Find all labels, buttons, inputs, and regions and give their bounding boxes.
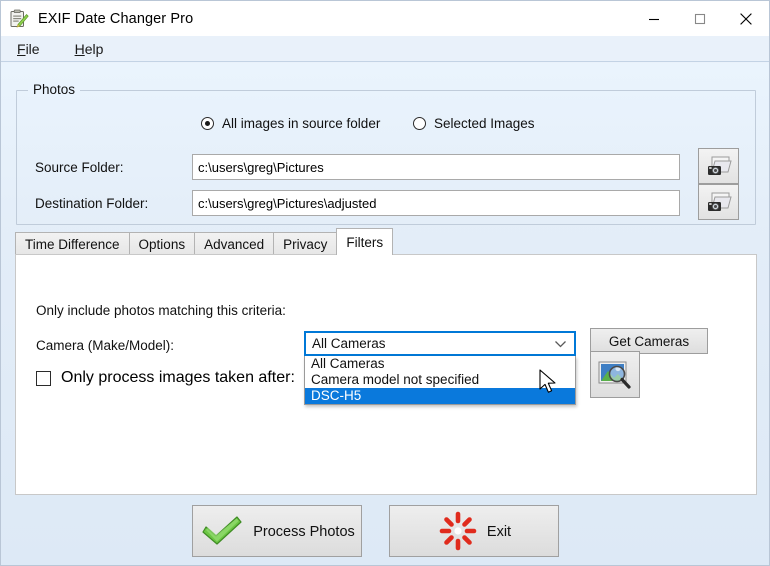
tab-label: Options [138, 236, 186, 252]
red-starburst-icon [439, 511, 477, 551]
folder-camera-icon [707, 156, 732, 175]
tab-label: Privacy [283, 236, 328, 252]
combobox-option-not-specified[interactable]: Camera model not specified [305, 372, 575, 388]
green-check-icon [202, 516, 242, 545]
maximize-icon[interactable] [677, 1, 723, 36]
process-photos-button[interactable]: Process Photos [192, 505, 362, 557]
tab-privacy[interactable]: Privacy [273, 232, 338, 255]
clipboard-pencil-icon [9, 9, 29, 29]
get-cameras-label: Get Cameras [608, 333, 690, 349]
browse-destination-folder-button[interactable] [698, 184, 739, 220]
exit-label: Exit [486, 524, 512, 540]
camera-combobox-value: All Cameras [312, 336, 386, 351]
tab-advanced[interactable]: Advanced [194, 232, 275, 255]
radio-unselected-icon [413, 117, 426, 130]
radio-selected-images-label: Selected Images [434, 116, 535, 131]
close-icon[interactable] [723, 1, 769, 36]
filters-tab-panel: Only include photos matching this criter… [15, 254, 757, 495]
source-folder-input[interactable]: c:\users\greg\Pictures [192, 154, 680, 180]
client-area: Photos All images in source folder Selec… [1, 63, 769, 565]
tab-label: Advanced [204, 236, 265, 252]
tab-filters[interactable]: Filters [336, 228, 394, 255]
date-filter-checkbox-row[interactable]: Only process images taken after: [36, 369, 295, 387]
tab-time-difference[interactable]: Time Difference [15, 232, 130, 255]
radio-selected-images-control[interactable]: Selected Images [413, 116, 535, 131]
window-controls [631, 1, 769, 36]
menu-item-file[interactable]: File [17, 41, 40, 57]
menu-help-accel: H [74, 40, 85, 57]
camera-filter-label: Camera (Make/Model): [36, 338, 175, 353]
folder-camera-icon [707, 192, 732, 211]
photos-group-box: Photos All images in source folder Selec… [16, 81, 756, 225]
source-folder-label: Source Folder: [35, 160, 124, 175]
radio-all-images-control[interactable]: All images in source folder [201, 116, 380, 131]
exit-button[interactable]: Exit [389, 505, 559, 557]
browse-source-folder-button[interactable] [698, 148, 739, 184]
tab-strip: Time Difference Options Advanced Privacy… [15, 228, 394, 255]
combobox-option-all-cameras[interactable]: All Cameras [305, 356, 575, 372]
group-box-label: Photos [28, 82, 81, 97]
radio-selected-images[interactable]: Selected Images [413, 116, 535, 135]
application-window: EXIF Date Changer Pro File Help Photos A… [0, 0, 770, 566]
destination-folder-input[interactable]: c:\users\greg\Pictures\adjusted [192, 190, 680, 216]
image-magnifier-icon [598, 361, 631, 389]
radio-all-images-label: All images in source folder [222, 116, 381, 131]
menu-file-rest: ile [25, 40, 40, 57]
tab-label: Time Difference [25, 236, 120, 252]
tab-label: Filters [346, 234, 384, 250]
date-filter-label: Only process images taken after: [61, 369, 295, 386]
preview-images-button[interactable] [590, 351, 640, 398]
radio-selected-icon [201, 117, 214, 130]
window-title: EXIF Date Changer Pro [38, 10, 194, 27]
menu-item-help[interactable]: Help [75, 41, 104, 57]
menu-bar: File Help [1, 36, 769, 62]
chevron-down-icon [554, 336, 567, 351]
minimize-icon[interactable] [631, 1, 677, 36]
menu-file-accel: F [17, 40, 26, 57]
date-filter-checkbox[interactable] [36, 370, 51, 386]
camera-combobox-dropdown[interactable]: All Cameras Camera model not specified D… [304, 356, 576, 405]
radio-all-images[interactable]: All images in source folder [201, 116, 380, 135]
combobox-option-dsc-h5[interactable]: DSC-H5 [305, 388, 575, 404]
destination-folder-label: Destination Folder: [35, 196, 149, 211]
tab-options[interactable]: Options [128, 232, 196, 255]
tab-control: Time Difference Options Advanced Privacy… [15, 228, 757, 495]
camera-combobox[interactable]: All Cameras [304, 331, 576, 356]
filters-heading: Only include photos matching this criter… [36, 303, 286, 318]
title-bar[interactable]: EXIF Date Changer Pro [1, 1, 769, 36]
menu-help-rest: elp [84, 40, 104, 57]
process-photos-label: Process Photos [253, 524, 355, 540]
